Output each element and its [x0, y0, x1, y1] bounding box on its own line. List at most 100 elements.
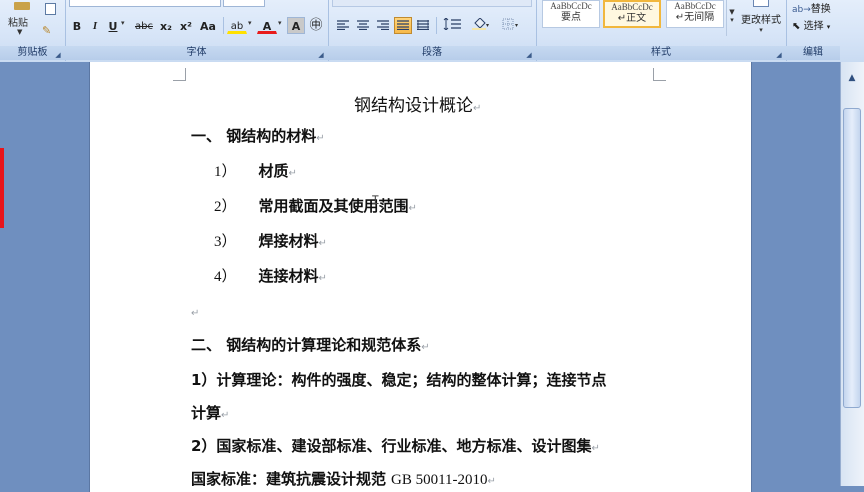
- change-styles-icon: [753, 0, 769, 7]
- justify-button[interactable]: [394, 17, 412, 34]
- scrollbar-thumb[interactable]: [843, 108, 861, 408]
- justify-icon: [397, 20, 409, 31]
- format-painter-button[interactable]: ✎: [42, 19, 58, 37]
- style-card-emphasis[interactable]: AaBbCcDc 要点: [542, 0, 600, 28]
- style-preview: AaBbCcDc: [611, 2, 653, 12]
- change-styles-label: 更改样式: [741, 15, 781, 26]
- paragraph-launcher-icon[interactable]: ◢: [525, 51, 533, 59]
- list-item: 3） 焊接材料↵: [214, 232, 327, 250]
- paste-button[interactable]: 粘贴 ▼: [6, 2, 38, 42]
- style-preview: AaBbCcDc: [674, 1, 716, 11]
- list-item: 2） 常用截面及其使用范围↵: [214, 197, 417, 215]
- document-page[interactable]: 钢结构设计概论↵ 一、 钢结构的材料↵ 1） 材质↵ 2） 常用截面及其使用范围↵ …: [89, 62, 752, 492]
- clipboard-launcher-icon[interactable]: ◢: [54, 51, 62, 59]
- font-launcher-icon[interactable]: ◢: [317, 51, 325, 59]
- svg-text:▾: ▾: [486, 22, 489, 29]
- paragraph-top-row: [332, 0, 532, 7]
- clipboard-group: 粘贴 ▼ ✎ 剪贴板 ◢: [0, 0, 66, 61]
- paragraph-mark: ↵: [318, 238, 327, 249]
- more-icon: ▾: [730, 16, 734, 24]
- paragraph-mark: ↵: [487, 476, 496, 487]
- heading-2: 二、 钢结构的计算理论和规范体系↵: [191, 336, 430, 354]
- paragraph-mark: ↵: [316, 133, 325, 144]
- crop-mark-top-right: [653, 68, 666, 81]
- style-card-no-spacing[interactable]: AaBbCcDc ↵无间隔: [666, 0, 724, 28]
- character-shading-button[interactable]: A: [287, 17, 305, 34]
- chevron-down-icon: ▾: [759, 26, 763, 34]
- align-left-icon: [337, 20, 349, 31]
- editing-group-label: 编辑: [786, 46, 840, 60]
- chevron-down-icon: ▾: [826, 23, 831, 31]
- paragraph-mark: ↵: [421, 342, 430, 353]
- document-title: 钢结构设计概论↵: [354, 96, 482, 116]
- align-right-icon: [377, 20, 389, 31]
- paste-icon: [14, 2, 30, 10]
- underline-dropdown-icon[interactable]: ▾: [121, 19, 125, 27]
- brush-icon: ✎: [42, 24, 52, 37]
- highlight-button[interactable]: ab: [227, 17, 247, 34]
- align-center-button[interactable]: [354, 17, 372, 34]
- line-spacing-icon: [443, 17, 461, 31]
- font-color-dropdown-icon[interactable]: ▾: [278, 19, 282, 27]
- empty-paragraph-mark: ↵: [191, 308, 200, 319]
- borders-icon: ▾: [502, 18, 518, 30]
- separator: [223, 17, 224, 34]
- bold-button[interactable]: B: [69, 17, 85, 34]
- paragraph-group: ▾ ▾ 段落 ◢: [328, 0, 537, 61]
- font-color-button[interactable]: A: [257, 17, 277, 34]
- paste-label: 粘贴: [8, 18, 28, 29]
- copy-icon: [45, 3, 56, 15]
- crop-mark-top-left: [173, 68, 186, 81]
- copy-button[interactable]: [42, 2, 58, 16]
- paragraph-line: 1）计算理论：构件的强度、稳定；结构的整体计算；连接节点: [191, 371, 607, 389]
- replace-button[interactable]: ab→替换: [792, 0, 831, 15]
- font-size-box[interactable]: [223, 0, 265, 7]
- chevron-down-icon: ▼: [17, 28, 23, 36]
- strikethrough-button[interactable]: abc: [133, 17, 155, 34]
- distributed-button[interactable]: [414, 17, 432, 34]
- svg-text:▾: ▾: [515, 22, 518, 29]
- scroll-up-arrow-icon[interactable]: ▲: [844, 70, 860, 86]
- chevron-down-icon: ▼: [729, 8, 735, 16]
- borders-button[interactable]: ▾: [498, 17, 524, 34]
- style-card-normal[interactable]: AaBbCcDc ↵正文: [603, 0, 661, 28]
- paragraph-mark: ↵: [408, 203, 417, 214]
- styles-group: AaBbCcDc 要点 AaBbCcDc ↵正文 AaBbCcDc ↵无间隔 ▼…: [536, 0, 787, 61]
- font-group: B I U ▾ abc x₂ x² Aa ab ▾ A ▾ A ㊥ 字体 ◢: [65, 0, 329, 61]
- styles-gallery-scroll[interactable]: ▼ ▾: [726, 0, 737, 36]
- vertical-scrollbar[interactable]: ▲: [840, 62, 864, 486]
- change-styles-button[interactable]: 更改样式 ▾: [738, 0, 784, 44]
- replace-label: 替换: [810, 4, 831, 15]
- ribbon: 粘贴 ▼ ✎ 剪贴板 ◢ B I U ▾ abc x₂ x² Aa ab ▾ A…: [0, 0, 864, 63]
- select-button[interactable]: ⬉ 选择 ▾: [792, 17, 831, 32]
- paragraph-mark: ↵: [591, 443, 600, 454]
- text-cursor-ibeam-icon: Ɪ: [372, 193, 379, 207]
- highlight-dropdown-icon[interactable]: ▾: [248, 19, 252, 27]
- enclose-characters-button[interactable]: ㊥: [307, 16, 325, 33]
- paragraph-mark: ↵: [288, 168, 297, 179]
- shading-button[interactable]: ▾: [468, 17, 494, 34]
- line-spacing-button[interactable]: [440, 17, 464, 34]
- superscript-button[interactable]: x²: [177, 17, 195, 34]
- change-case-button[interactable]: Aa: [197, 17, 219, 34]
- heading-1: 一、 钢结构的材料↵: [191, 127, 325, 145]
- italic-button[interactable]: I: [87, 17, 103, 34]
- font-group-label: 字体: [65, 46, 328, 60]
- paragraph-group-label: 段落: [328, 46, 536, 60]
- align-right-button[interactable]: [374, 17, 392, 34]
- subscript-button[interactable]: x₂: [157, 17, 175, 34]
- style-name: 要点: [561, 12, 581, 23]
- replace-icon: ab→: [792, 5, 811, 15]
- paragraph-line: 2）国家标准、建设部标准、行业标准、地方标准、设计图集↵: [191, 437, 600, 455]
- editing-group: ab→替换 ⬉ 选择 ▾ 编辑: [786, 0, 840, 61]
- list-item: 1） 材质↵: [214, 162, 297, 180]
- underline-button[interactable]: U: [105, 17, 121, 34]
- paragraph-line: 计算↵: [191, 404, 230, 422]
- align-center-icon: [357, 20, 369, 31]
- left-edge-marker: [0, 148, 4, 228]
- align-left-button[interactable]: [334, 17, 352, 34]
- font-name-box[interactable]: [69, 0, 221, 7]
- distributed-icon: [417, 20, 429, 31]
- styles-launcher-icon[interactable]: ◢: [775, 51, 783, 59]
- paragraph-mark: ↵: [221, 410, 230, 421]
